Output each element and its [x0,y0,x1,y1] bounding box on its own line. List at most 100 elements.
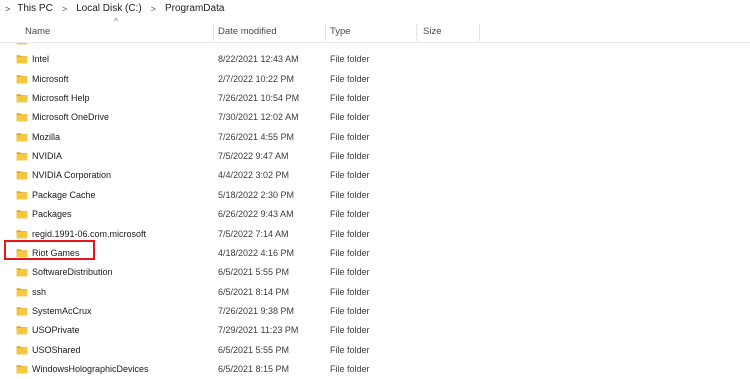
item-name: Mozilla [32,131,61,142]
item-type: File folder [330,325,370,336]
item-name: Microsoft [32,73,69,84]
item-type: File folder [330,286,370,297]
list-item[interactable]: NVIDIA 7/5/2022 9:47 AM File folder [0,147,750,166]
list-item[interactable]: USOShared 6/5/2021 5:55 PM File folder [0,341,750,360]
breadcrumb-programdata[interactable]: ProgramData [163,3,226,14]
list-item[interactable]: Packages 6/26/2022 9:43 AM File folder [0,205,750,224]
item-date-modified: 7/30/2021 12:02 AM [218,112,299,123]
column-header-type[interactable]: Type [330,22,351,42]
item-name: SystemAcCrux [32,305,92,316]
item-date-modified: 7/26/2021 4:55 PM [218,131,295,142]
folder-icon [16,365,28,374]
list-item[interactable]: Riot Games 4/18/2022 4:16 PM File folder [0,244,750,263]
item-date-modified: 6/26/2022 9:43 AM [218,209,294,220]
list-item[interactable]: Package Cache 5/18/2022 2:30 PM File folde… [0,186,750,205]
item-type: File folder [330,189,370,200]
item-type: File folder [330,247,370,258]
item-date-modified: 7/5/2022 9:47 AM [218,151,289,162]
item-date-modified: 7/29/2021 11:23 PM [218,325,299,336]
breadcrumb-local-disk[interactable]: Local Disk (C:) [74,3,144,14]
list-item[interactable]: ssh 6/5/2021 8:14 PM File folder [0,283,750,302]
column-divider[interactable] [416,24,417,41]
list-item[interactable]: NVIDIA Corporation 4/4/2022 3:02 PM File f… [0,166,750,185]
list-item[interactable]: USOPrivate 7/29/2021 11:23 PM File folder [0,321,750,340]
breadcrumb-this-pc[interactable]: This PC [15,3,55,14]
item-date-modified: 6/5/2021 5:55 PM [218,344,290,355]
column-header-bar: Name ^ Date modified Type Size [0,17,750,43]
list-item[interactable]: Microsoft Help 7/26/2021 10:54 PM File fol… [0,89,750,108]
column-header-name[interactable]: Name [25,22,50,42]
item-type: File folder [330,131,370,142]
list-item[interactable]: Mozilla 7/26/2021 4:55 PM File folder [0,128,750,147]
item-type: File folder [330,363,370,374]
item-name: USOShared [32,344,81,355]
item-type: File folder [330,73,370,84]
folder-icon [16,287,28,296]
item-name: Microsoft OneDrive [32,112,110,123]
list-item[interactable]: WindowsHolographicDevices 6/5/2021 8:15 P… [0,360,750,379]
folder-icon [16,74,28,83]
chevron-right-icon[interactable]: > [55,4,74,14]
sort-ascending-icon: ^ [114,17,118,26]
item-date-modified: 8/22/2021 12:43 AM [218,54,299,65]
item-name: USOPrivate [32,325,80,336]
column-header-size[interactable]: Size [423,22,441,42]
item-date-modified: 7/26/2021 10:54 PM [218,93,300,104]
list-item[interactable]: SystemAcCrux 7/26/2021 9:38 PM File folder [0,302,750,321]
list-item[interactable]: SoftwareDistribution 6/5/2021 5:55 PM File… [0,263,750,282]
chevron-right-icon[interactable]: > [144,4,163,14]
item-name: NVIDIA Corporation [32,170,112,181]
folder-icon [16,94,28,103]
item-type: File folder [330,112,370,123]
item-name: WindowsHolographicDevices [32,363,149,374]
column-header-date-modified[interactable]: Date modified [218,22,277,42]
file-list: IDM7/26/2021 3:20 PMFile folderIntel8/22… [0,0,750,375]
list-item[interactable]: regid.1991-06.com.microsoft 7/5/2022 7:14… [0,225,750,244]
list-item[interactable]: Microsoft OneDrive 7/30/2021 12:02 AM File… [0,108,750,127]
folder-icon [16,190,28,200]
item-type: File folder [330,54,370,65]
breadcrumb: > This PC > Local Disk (C:) > ProgramDat… [0,0,750,17]
folder-icon [16,268,28,277]
folder-icon [16,326,28,335]
item-date-modified: 7/26/2021 9:38 PM [218,305,295,316]
item-type: File folder [330,228,370,239]
list-item[interactable]: Microsoft 2/7/2022 10:22 PM File folder [0,70,750,89]
item-name: NVIDIA [32,151,63,162]
item-type: File folder [330,151,370,162]
folder-icon [16,113,28,122]
folder-icon [16,152,28,161]
item-name: ssh [32,286,47,297]
item-name: Microsoft Help [32,93,90,104]
item-type: File folder [330,209,370,220]
folder-icon [16,229,28,238]
item-name: SoftwareDistribution [32,267,113,278]
folder-icon [16,132,28,142]
item-date-modified: 4/18/2022 4:16 PM [218,247,295,258]
folder-icon [16,307,28,316]
item-name: Intel [32,54,50,65]
folder-icon [16,171,28,180]
column-divider[interactable] [479,24,480,41]
item-date-modified: 6/5/2021 8:14 PM [218,286,290,297]
item-type: File folder [330,305,370,316]
item-type: File folder [330,93,370,104]
item-type: File folder [330,344,370,355]
folder-icon [16,55,28,64]
item-date-modified: 6/5/2021 8:15 PM [218,363,290,374]
folder-icon [16,345,28,354]
column-divider[interactable] [213,24,214,41]
chevron-right-icon[interactable]: > [0,4,15,14]
item-date-modified: 6/5/2021 5:55 PM [218,267,290,278]
item-name: Package Cache [32,189,96,200]
item-date-modified: 2/7/2022 10:22 PM [218,73,295,84]
item-date-modified: 5/18/2022 2:30 PM [218,189,295,200]
item-name: Packages [32,209,72,220]
list-item[interactable]: Intel 8/22/2021 12:43 AM File folder [0,50,750,69]
column-divider[interactable] [325,24,326,41]
item-date-modified: 7/5/2022 7:14 AM [218,228,289,239]
folder-icon [16,210,28,219]
item-type: File folder [330,267,370,278]
highlight-annotation-box [4,240,95,260]
item-date-modified: 4/4/2022 3:02 PM [218,170,290,181]
